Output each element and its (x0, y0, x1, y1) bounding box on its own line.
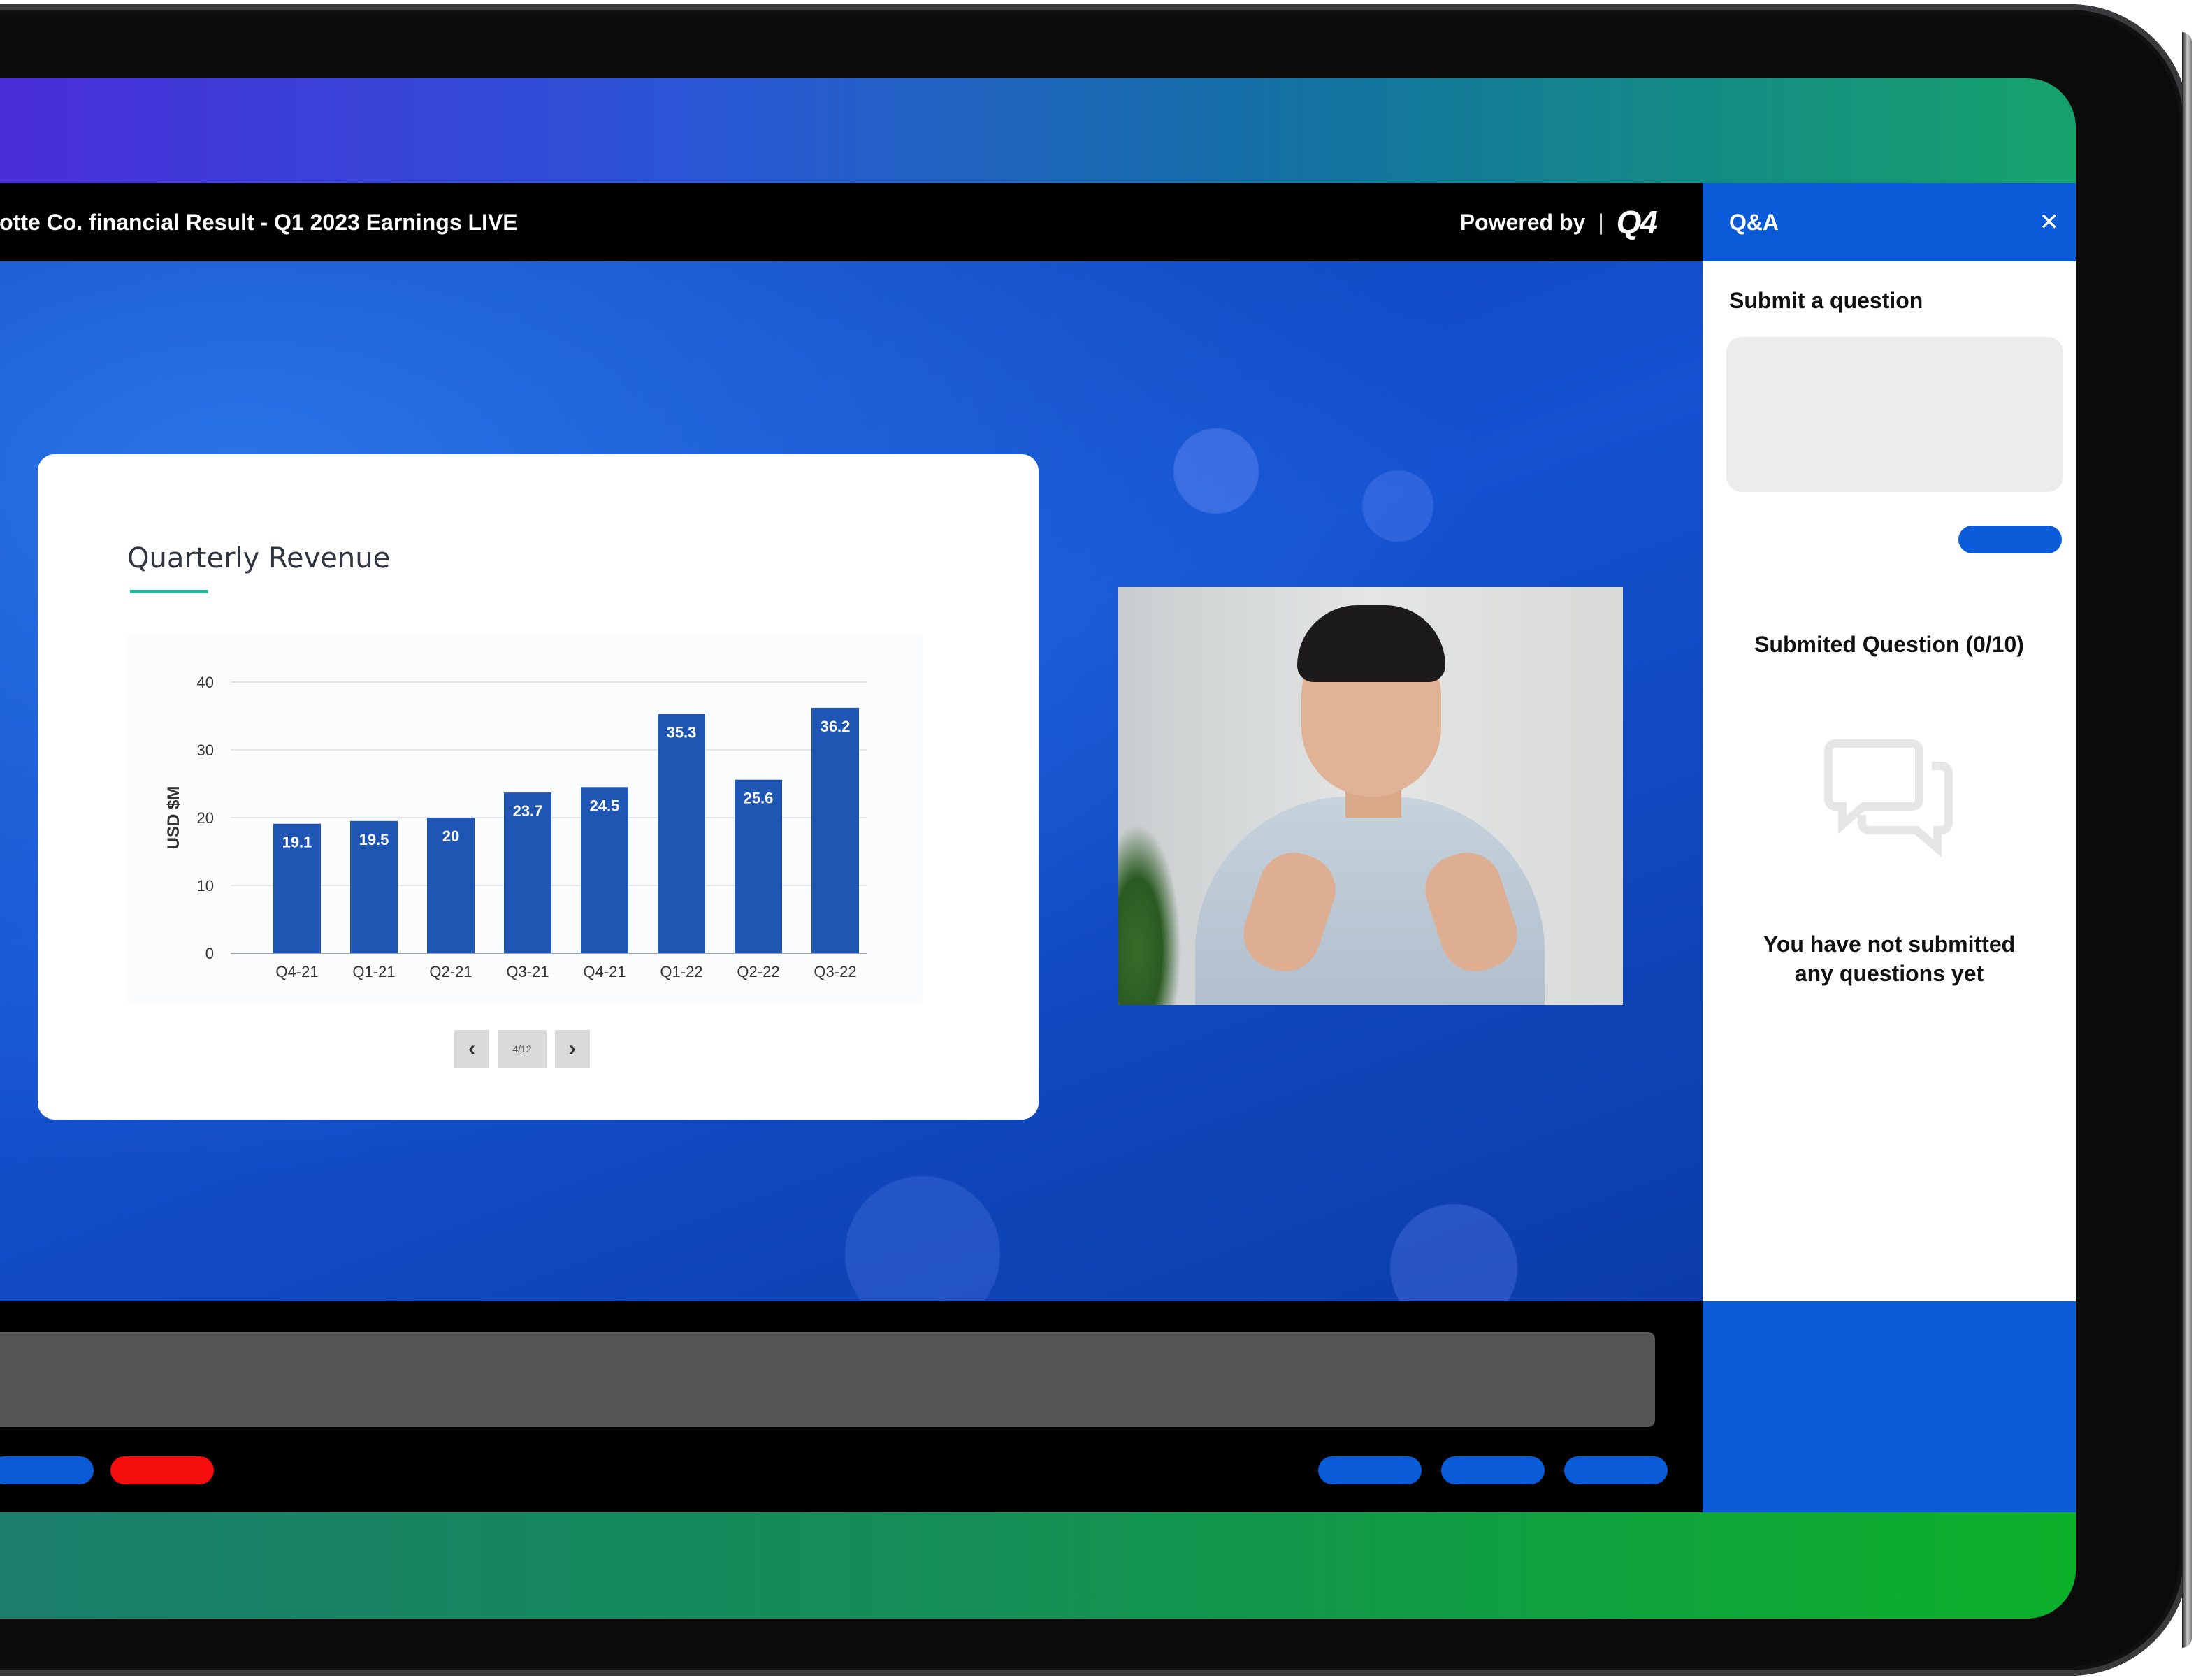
x-tick-label: Q2-22 (737, 963, 779, 980)
event-header: Dotte Co. financial Result - Q1 2023 Ear… (0, 183, 1703, 261)
empty-message-line-2: any questions yet (1794, 961, 1984, 986)
powered-by-label: Powered by (1459, 209, 1586, 235)
empty-questions-message: You have not submitted any questions yet (1703, 929, 2076, 988)
powered-by-separator: | (1598, 209, 1604, 235)
control-button-4[interactable] (1564, 1456, 1668, 1484)
x-tick-label: Q1-21 (352, 963, 395, 980)
question-input[interactable] (1726, 337, 2063, 492)
tablet-frame: Dotte Co. financial Result - Q1 2023 Ear… (0, 4, 2192, 1676)
title-underline (130, 590, 208, 593)
tablet-screen: Dotte Co. financial Result - Q1 2023 Ear… (0, 78, 2076, 1619)
qa-title: Q&A (1729, 209, 1779, 235)
x-tick-label: Q3-21 (506, 963, 549, 980)
event-title: Dotte Co. financial Result - Q1 2023 Ear… (0, 209, 518, 235)
x-tick-label: Q4-21 (275, 963, 318, 980)
slide-card: Quarterly Revenue 0 10 20 30 40 USD $M 19.1 Q4-… (38, 454, 1039, 1120)
slide-page-indicator: 4/12 (498, 1030, 547, 1068)
bar-value-label: 35.3 (667, 724, 697, 741)
bar-value-label: 20 (442, 827, 459, 845)
qa-panel: Q&A ✕ Submit a question Submited Questio… (1703, 183, 2076, 1301)
chevron-left-icon[interactable]: ‹ (454, 1030, 489, 1068)
bar-chart: 0 10 20 30 40 USD $M 19.1 Q4-21 19.5 Q1-21 20 Q2-21… (164, 674, 867, 980)
bottom-gradient-band (0, 1512, 2076, 1619)
q4-logo: Q4 (1616, 204, 1658, 240)
control-button-2[interactable] (1318, 1456, 1422, 1484)
control-button-1[interactable] (0, 1456, 94, 1484)
submit-question-label: Submit a question (1729, 288, 1923, 313)
bar-value-label: 25.6 (744, 790, 774, 807)
y-tick-label: 20 (197, 809, 214, 827)
bar-value-label: 36.2 (821, 718, 851, 735)
bar-value-label: 24.5 (590, 797, 620, 814)
qa-header: Q&A ✕ (1703, 183, 2076, 261)
x-tick-label: Q2-21 (429, 963, 472, 980)
presentation-stage: Quarterly Revenue 0 10 20 30 40 USD $M 19.1 Q4-… (0, 261, 1703, 1301)
speaker-hair (1297, 605, 1445, 682)
submit-question-button[interactable] (1958, 526, 2062, 553)
y-tick-label: 40 (197, 674, 214, 691)
y-tick-label: 0 (205, 945, 214, 962)
live-button[interactable] (110, 1456, 214, 1484)
media-scrubber[interactable] (0, 1332, 1655, 1427)
slide-pager: ‹ 4/12 › (454, 1030, 590, 1068)
control-button-3[interactable] (1441, 1456, 1545, 1484)
x-tick-label: Q3-22 (814, 963, 856, 980)
plant-background (1118, 823, 1181, 1005)
bar-value-label: 19.1 (282, 834, 312, 851)
bar (658, 714, 705, 953)
chevron-right-icon[interactable]: › (555, 1030, 590, 1068)
qa-panel-footer (1703, 1301, 2076, 1512)
webcast-app: Dotte Co. financial Result - Q1 2023 Ear… (0, 183, 2076, 1512)
chat-bubbles-icon (1824, 739, 1953, 858)
bar (811, 707, 859, 953)
empty-message-line-1: You have not submitted (1763, 932, 2016, 957)
speaker-video[interactable] (1118, 587, 1623, 1005)
bar-value-label: 19.5 (359, 831, 389, 848)
y-axis-label: USD $M (164, 786, 183, 850)
y-tick-label: 30 (197, 741, 214, 759)
bar-value-label: 23.7 (513, 802, 543, 820)
powered-by: Powered by | Q4 (1459, 203, 1658, 241)
y-tick-label: 10 (197, 877, 214, 895)
close-icon[interactable]: ✕ (2039, 208, 2060, 236)
chart-title: Quarterly Revenue (127, 542, 391, 574)
submitted-questions-count: Submited Question (0/10) (1754, 632, 2024, 657)
x-tick-label: Q4-21 (583, 963, 626, 980)
chart-area: 0 10 20 30 40 USD $M 19.1 Q4-21 19.5 Q1-21 20 Q2-21… (126, 635, 923, 1002)
player-controls (0, 1301, 1703, 1512)
x-tick-label: Q1-22 (660, 963, 702, 980)
